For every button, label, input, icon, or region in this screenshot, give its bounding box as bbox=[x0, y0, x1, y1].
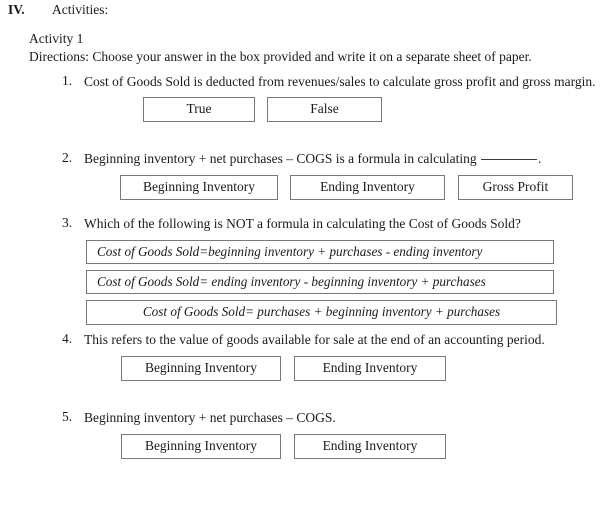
question-item-1: 1. Cost of Goods Sold is deducted from r… bbox=[62, 73, 607, 122]
worksheet-page: IV. Activities: Activity 1 Directions: C… bbox=[0, 0, 607, 508]
option-box-beginning-inventory[interactable]: Beginning Inventory bbox=[121, 434, 281, 459]
formula-box-1[interactable]: Cost of Goods Sold=beginning inventory +… bbox=[86, 240, 554, 265]
question-3-options: Cost of Goods Sold=beginning inventory +… bbox=[86, 240, 607, 325]
question-1-prompt: 1. Cost of Goods Sold is deducted from r… bbox=[62, 73, 607, 90]
question-4-options: Beginning Inventory Ending Inventory bbox=[121, 356, 607, 381]
question-item-2: 2. Beginning inventory + net purchases –… bbox=[62, 150, 607, 200]
question-2-text-after-blank: . bbox=[538, 151, 542, 166]
section-numeral: IV. bbox=[8, 2, 25, 17]
question-3-number: 3. bbox=[62, 215, 73, 230]
question-5-text: Beginning inventory + net purchases – CO… bbox=[84, 410, 336, 425]
option-box-gross-profit[interactable]: Gross Profit bbox=[458, 175, 573, 200]
option-box-beginning-inventory[interactable]: Beginning Inventory bbox=[121, 356, 281, 381]
answer-blank[interactable] bbox=[481, 159, 538, 160]
question-2-number: 2. bbox=[62, 150, 73, 165]
question-5-options: Beginning Inventory Ending Inventory bbox=[121, 434, 607, 459]
option-box-beginning-inventory[interactable]: Beginning Inventory bbox=[120, 175, 278, 200]
question-1-options: True False bbox=[143, 97, 607, 122]
formula-box-2[interactable]: Cost of Goods Sold= ending inventory - b… bbox=[86, 270, 554, 295]
question-4-prompt: 4. This refers to the value of goods ava… bbox=[62, 331, 607, 348]
question-2-text-before-blank: Beginning inventory + net purchases – CO… bbox=[84, 151, 481, 166]
section-title: Activities: bbox=[52, 2, 109, 17]
activity-directions: Directions: Choose your answer in the bo… bbox=[29, 48, 532, 64]
question-4-text: This refers to the value of goods availa… bbox=[84, 332, 545, 347]
activity-intro: Activity 1 Directions: Choose your answe… bbox=[29, 30, 532, 65]
option-box-true[interactable]: True bbox=[143, 97, 255, 122]
question-item-3: 3. Which of the following is NOT a formu… bbox=[62, 215, 607, 325]
option-box-ending-inventory[interactable]: Ending Inventory bbox=[294, 356, 446, 381]
question-1-number: 1. bbox=[62, 73, 73, 88]
option-box-false[interactable]: False bbox=[267, 97, 382, 122]
activity-label: Activity 1 bbox=[29, 31, 84, 46]
question-item-5: 5. Beginning inventory + net purchases –… bbox=[62, 409, 607, 459]
question-3-text: Which of the following is NOT a formula … bbox=[84, 216, 521, 231]
section-heading: IV. Activities: bbox=[8, 2, 108, 18]
option-box-ending-inventory[interactable]: Ending Inventory bbox=[294, 434, 446, 459]
question-2-prompt: 2. Beginning inventory + net purchases –… bbox=[62, 150, 607, 167]
question-3-prompt: 3. Which of the following is NOT a formu… bbox=[62, 215, 607, 232]
question-2-text: Beginning inventory + net purchases – CO… bbox=[84, 150, 607, 167]
question-item-4: 4. This refers to the value of goods ava… bbox=[62, 331, 607, 381]
formula-box-3[interactable]: Cost of Goods Sold= purchases + beginnin… bbox=[86, 300, 557, 325]
question-2-options: Beginning Inventory Ending Inventory Gro… bbox=[120, 175, 607, 200]
question-5-prompt: 5. Beginning inventory + net purchases –… bbox=[62, 409, 607, 426]
question-1-text: Cost of Goods Sold is deducted from reve… bbox=[84, 74, 596, 89]
question-4-number: 4. bbox=[62, 331, 73, 346]
question-5-number: 5. bbox=[62, 409, 73, 424]
option-box-ending-inventory[interactable]: Ending Inventory bbox=[290, 175, 445, 200]
